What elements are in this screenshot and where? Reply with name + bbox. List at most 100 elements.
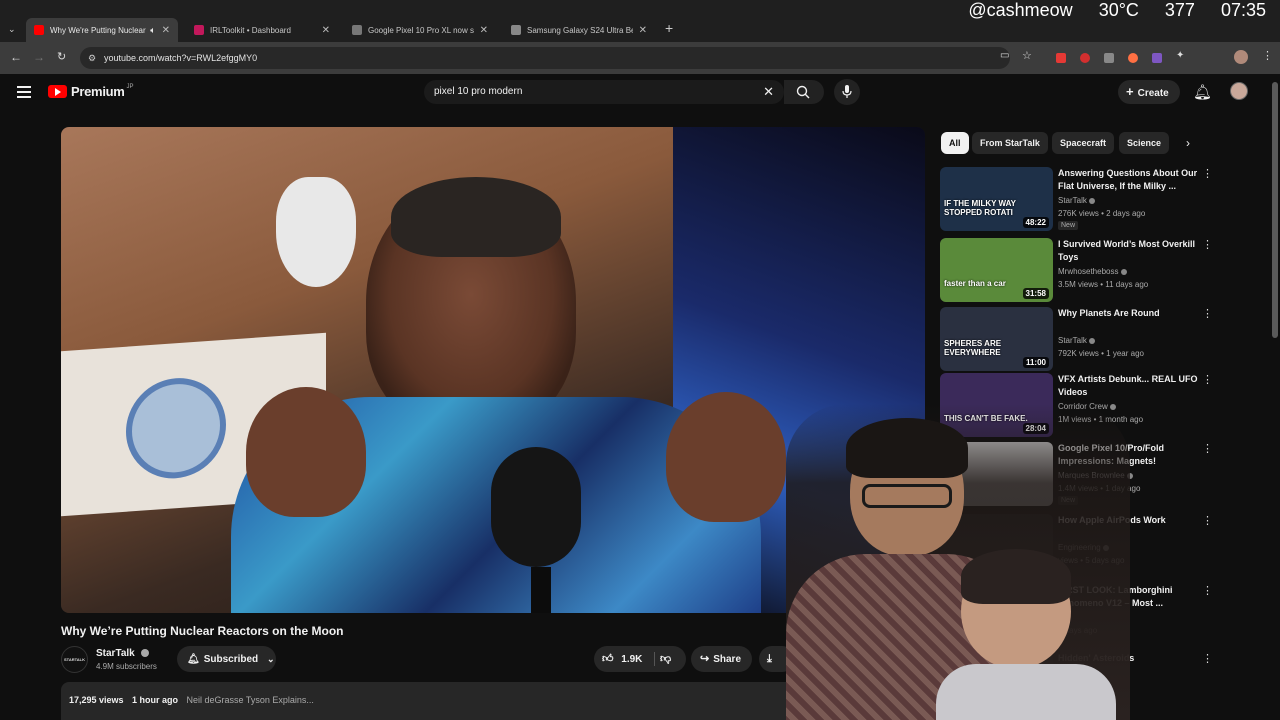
- account-avatar[interactable]: [1230, 82, 1248, 100]
- tab-title: Why We're Putting Nuclear: [50, 25, 146, 35]
- browser-tab[interactable]: Why We're Putting Nuclear 🔈︎ ✕: [26, 18, 178, 42]
- verified-badge-icon: [140, 649, 149, 658]
- webcam-overlay: [786, 404, 1130, 720]
- extension-icon-1[interactable]: [1056, 53, 1066, 63]
- chips-next-button[interactable]: ›: [1186, 136, 1190, 150]
- page-scrollbar[interactable]: [1272, 82, 1278, 338]
- notifications-bell-icon[interactable]: 🔔︎: [1193, 83, 1212, 101]
- extension-icon-4[interactable]: [1128, 53, 1138, 63]
- recommendation-item[interactable]: IF THE MILKY WAY STOPPED ROTATI 48:22 Answ…: [940, 167, 1262, 231]
- recommendation-thumbnail[interactable]: SPHERES ARE EVERYWHERE 11:00: [940, 307, 1053, 371]
- filter-chip[interactable]: From StarTalk: [972, 132, 1048, 154]
- like-dislike-group: 👍︎ 1.9K 👎︎: [594, 646, 686, 672]
- channel-name[interactable]: StarTalk: [96, 648, 149, 659]
- video-frame-hand-right: [666, 392, 786, 522]
- site-info-icon[interactable]: ⚙: [88, 47, 96, 69]
- recommendation-item[interactable]: faster than a car 31:58 I Survived World’s…: [940, 238, 1262, 302]
- recommendation-title[interactable]: Why Planets Are Round: [1058, 307, 1198, 320]
- tab-list-icon[interactable]: ⌄: [8, 24, 16, 35]
- more-actions-icon[interactable]: ⋮: [1202, 652, 1213, 665]
- filter-chip[interactable]: Spacecraft: [1052, 132, 1115, 154]
- more-actions-icon[interactable]: ⋮: [1202, 584, 1213, 597]
- overlay-handle: @cashmeow: [968, 0, 1073, 20]
- extension-icon-2[interactable]: [1080, 53, 1090, 63]
- more-actions-icon[interactable]: ⋮: [1202, 442, 1213, 455]
- video-frame-mask: [276, 177, 356, 287]
- extension-icon-5[interactable]: [1152, 53, 1162, 63]
- download-icon: ⤓: [767, 653, 772, 665]
- stream-overlay: @cashmeow 30°C 377 07:35: [968, 0, 1266, 21]
- browser-tab[interactable]: IRLToolkit • Dashboard ✕: [186, 18, 338, 42]
- description-snippet: Neil deGrasse Tyson Explains...: [186, 695, 314, 705]
- browser-tab[interactable]: Google Pixel 10 Pro XL now sp ✕: [344, 18, 496, 42]
- share-arrow-icon: ↪: [700, 653, 710, 665]
- dislike-button[interactable]: 👎︎: [660, 646, 671, 673]
- like-button[interactable]: 👍︎ 1.9K: [602, 646, 642, 673]
- recommendation-channel[interactable]: Mrwhosetheboss: [1058, 267, 1127, 276]
- video-frame-mic-arm: [531, 567, 551, 613]
- extension-icon-3[interactable]: [1104, 53, 1114, 63]
- thumbs-up-icon: 👍︎: [602, 653, 614, 665]
- tab-favicon-icon: [352, 25, 362, 35]
- recommendation-title[interactable]: I Survived World’s Most Overkill Toys: [1058, 238, 1198, 264]
- channel-name-text: Mrwhosetheboss: [1058, 267, 1119, 276]
- subscribed-button[interactable]: 🔔︎ Subscribed ⌄: [177, 646, 276, 672]
- filter-chip[interactable]: All: [941, 132, 969, 154]
- new-tab-button[interactable]: +: [665, 20, 673, 36]
- tab-close-icon[interactable]: ✕: [162, 25, 170, 36]
- new-badge: New: [1058, 221, 1079, 230]
- recommendation-item[interactable]: SPHERES ARE EVERYWHERE 11:00 Why Planets A…: [940, 307, 1262, 371]
- search-input[interactable]: pixel 10 pro modern ✕: [424, 80, 784, 104]
- tab-close-icon[interactable]: ✕: [639, 25, 647, 36]
- tab-audio-icon[interactable]: 🔈︎: [150, 25, 155, 36]
- bell-icon: 🔔︎: [187, 654, 200, 665]
- more-actions-icon[interactable]: ⋮: [1202, 167, 1213, 180]
- recommendation-channel[interactable]: StarTalk: [1058, 196, 1096, 205]
- url-field[interactable]: ⚙ youtube.com/watch?v=RWL2efggMY0: [80, 47, 1010, 69]
- more-actions-icon[interactable]: ⋮: [1202, 307, 1213, 320]
- reload-icon[interactable]: ↻: [57, 50, 66, 63]
- profile-avatar[interactable]: [1234, 50, 1248, 64]
- more-actions-icon[interactable]: ⋮: [1202, 373, 1213, 386]
- hamburger-menu-icon[interactable]: [17, 86, 31, 98]
- filter-chip[interactable]: Science: [1119, 132, 1170, 154]
- clear-search-icon[interactable]: ✕: [763, 80, 774, 104]
- more-actions-icon[interactable]: ⋮: [1202, 238, 1213, 251]
- recommendation-title[interactable]: VFX Artists Debunk... REAL UFO Videos: [1058, 373, 1198, 399]
- tab-close-icon[interactable]: ✕: [322, 25, 330, 36]
- youtube-logo[interactable]: Premium JP: [48, 84, 134, 99]
- forward-icon[interactable]: →: [33, 50, 45, 64]
- create-button[interactable]: + Create: [1118, 80, 1180, 104]
- browser-tab[interactable]: Samsung Galaxy S24 Ultra Benc ✕: [503, 18, 655, 42]
- search-button[interactable]: [784, 80, 824, 104]
- recommendation-channel[interactable]: StarTalk: [1058, 336, 1096, 345]
- webcam-child-shirt: [936, 664, 1116, 720]
- browser-tab-bar: ⌄ Why We're Putting Nuclear 🔈︎ ✕ IRLToolkit…: [0, 0, 1280, 42]
- duration-badge: 31:58: [1022, 288, 1049, 299]
- extensions-puzzle-icon[interactable]: ✦: [1176, 50, 1184, 61]
- channel-avatar[interactable]: STARTALK: [61, 646, 88, 673]
- duration-badge: 48:22: [1022, 217, 1049, 228]
- overlay-time: 07:35: [1220, 0, 1266, 20]
- bookmark-star-icon[interactable]: ☆: [1022, 49, 1032, 62]
- more-actions-icon[interactable]: ⋮: [1202, 514, 1213, 527]
- logo-region: JP: [126, 84, 134, 90]
- recommendation-thumbnail[interactable]: IF THE MILKY WAY STOPPED ROTATI 48:22: [940, 167, 1053, 231]
- back-icon[interactable]: ←: [10, 50, 22, 64]
- tab-title: IRLToolkit • Dashboard: [210, 25, 291, 35]
- share-label: Share: [713, 654, 742, 665]
- thumbnail-text: IF THE MILKY WAY STOPPED ROTATI: [944, 199, 1016, 217]
- share-button[interactable]: ↪ Share: [691, 646, 752, 672]
- browser-menu-icon[interactable]: ⋮: [1262, 49, 1273, 62]
- youtube-play-icon: [48, 85, 67, 98]
- voice-search-button[interactable]: [834, 79, 860, 105]
- thumbnail-text: faster than a car: [944, 279, 1006, 288]
- recommendation-thumbnail[interactable]: faster than a car 31:58: [940, 238, 1053, 302]
- subscriber-count: 4.9M subscribers: [96, 662, 157, 671]
- recommendation-title[interactable]: Answering Questions About Our Flat Unive…: [1058, 167, 1198, 193]
- tab-close-icon[interactable]: ✕: [480, 25, 488, 36]
- tab-favicon-icon: [34, 25, 44, 35]
- video-title: Why We’re Putting Nuclear Reactors on th…: [61, 624, 344, 638]
- cast-icon[interactable]: ▭: [1000, 50, 1009, 61]
- chevron-down-icon: ⌄: [266, 654, 275, 664]
